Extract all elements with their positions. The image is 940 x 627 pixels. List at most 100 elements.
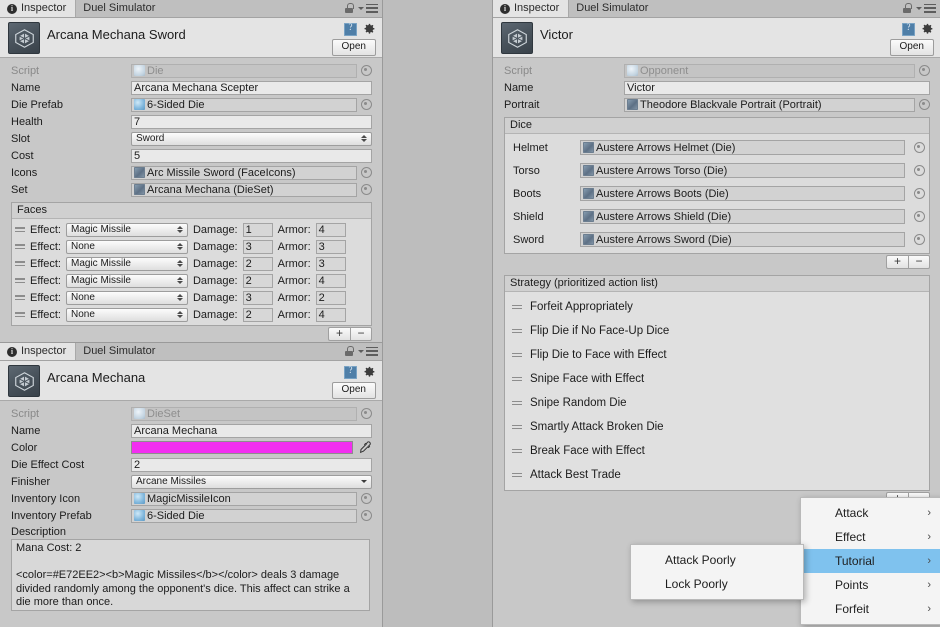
- drag-handle-icon[interactable]: [512, 304, 522, 310]
- object-picker-icon[interactable]: [361, 408, 372, 419]
- object-picker-icon[interactable]: [914, 188, 925, 199]
- dice-object-field[interactable]: Austere Arrows Shield (Die): [580, 209, 905, 224]
- strategy-item[interactable]: Smartly Attack Broken Die: [505, 415, 929, 439]
- object-picker-icon[interactable]: [361, 167, 372, 178]
- context-menu-item[interactable]: Forfeit ›: [801, 597, 940, 621]
- tab-inspector-3[interactable]: i Inspector: [493, 0, 570, 17]
- color-swatch[interactable]: [131, 441, 353, 454]
- context-menu-item[interactable]: Points ›: [801, 573, 940, 597]
- drag-handle-icon[interactable]: [512, 424, 522, 430]
- effect-dropdown[interactable]: None: [65, 307, 188, 322]
- object-field[interactable]: 6-Sided Die: [131, 97, 357, 112]
- context-submenu-item[interactable]: Lock Poorly: [631, 572, 803, 596]
- drag-handle-icon[interactable]: [512, 400, 522, 406]
- context-menu-item[interactable]: Attack ›: [801, 501, 940, 525]
- object-picker-icon[interactable]: [914, 142, 925, 153]
- object-picker-icon[interactable]: [914, 211, 925, 222]
- object-picker-icon[interactable]: [361, 99, 372, 110]
- tab-duel-simulator[interactable]: Duel Simulator: [76, 0, 164, 17]
- open-button-2[interactable]: Open: [331, 382, 376, 399]
- help-icon[interactable]: [902, 22, 915, 36]
- dice-remove-button[interactable]: −: [908, 255, 930, 269]
- drag-handle-icon[interactable]: [15, 227, 25, 232]
- help-icon[interactable]: [344, 22, 357, 36]
- dice-object-field[interactable]: Austere Arrows Torso (Die): [580, 163, 905, 178]
- object-picker-icon[interactable]: [361, 493, 372, 504]
- tab-inspector[interactable]: i Inspector: [0, 0, 77, 17]
- gear-icon[interactable]: [363, 23, 376, 36]
- object-field[interactable]: MagicMissileIcon: [131, 491, 357, 506]
- lock-icon[interactable]: [345, 3, 354, 13]
- drag-handle-icon[interactable]: [512, 352, 522, 358]
- lock-icon[interactable]: [345, 346, 354, 356]
- strategy-item[interactable]: Flip Die if No Face-Up Dice: [505, 319, 929, 343]
- dice-object-field[interactable]: Austere Arrows Helmet (Die): [580, 140, 905, 155]
- object-field[interactable]: Arc Missile Sword (FaceIcons): [131, 165, 357, 180]
- effect-dropdown[interactable]: Magic Missile: [65, 222, 188, 237]
- tab-duel-simulator-2[interactable]: Duel Simulator: [76, 343, 164, 360]
- object-picker-icon[interactable]: [361, 184, 372, 195]
- object-picker-icon[interactable]: [361, 510, 372, 521]
- property-value-input[interactable]: 2: [131, 457, 372, 472]
- drag-handle-icon[interactable]: [512, 448, 522, 454]
- object-field[interactable]: DieSet: [131, 406, 357, 421]
- object-picker-icon[interactable]: [919, 99, 930, 110]
- strategy-item[interactable]: Snipe Face with Effect: [505, 367, 929, 391]
- damage-input[interactable]: 1: [242, 222, 273, 237]
- object-picker-icon[interactable]: [919, 65, 930, 76]
- context-menu[interactable]: Attack › Effect › Tutorial › Points › Forfeit ›: [800, 497, 940, 625]
- property-value-input[interactable]: Arcana Mechana Scepter: [131, 80, 372, 95]
- description-textarea[interactable]: Mana Cost: 2 <color=#E72EE2><b>Magic Mis…: [11, 539, 370, 611]
- armor-input[interactable]: 4: [315, 273, 346, 288]
- property-value-input[interactable]: Victor: [624, 80, 930, 95]
- gear-icon[interactable]: [921, 23, 934, 36]
- property-value-input[interactable]: 5: [131, 148, 372, 163]
- dice-object-field[interactable]: Austere Arrows Boots (Die): [580, 186, 905, 201]
- dice-object-field[interactable]: Austere Arrows Sword (Die): [580, 232, 905, 247]
- faces-remove-button[interactable]: −: [350, 327, 372, 341]
- gear-icon[interactable]: [363, 366, 376, 379]
- dice-add-button[interactable]: +: [886, 255, 908, 269]
- strategy-item[interactable]: Break Face with Effect: [505, 439, 929, 463]
- damage-input[interactable]: 2: [242, 256, 273, 271]
- armor-input[interactable]: 4: [315, 307, 346, 322]
- tab-duel-simulator-3[interactable]: Duel Simulator: [569, 0, 657, 17]
- armor-input[interactable]: 3: [315, 256, 346, 271]
- object-field[interactable]: Die: [131, 63, 357, 78]
- damage-input[interactable]: 3: [242, 290, 273, 305]
- strategy-item[interactable]: Forfeit Appropriately: [505, 295, 929, 319]
- drag-handle-icon[interactable]: [512, 472, 522, 478]
- effect-dropdown[interactable]: None: [65, 290, 188, 305]
- object-picker-icon[interactable]: [914, 165, 925, 176]
- pane-menu-icon[interactable]: [358, 346, 378, 356]
- object-picker-icon[interactable]: [361, 65, 372, 76]
- enum-dropdown[interactable]: Sword: [131, 131, 372, 146]
- object-picker-icon[interactable]: [914, 234, 925, 245]
- object-field[interactable]: Arcana Mechana (DieSet): [131, 182, 357, 197]
- damage-input[interactable]: 3: [242, 239, 273, 254]
- object-field[interactable]: Theodore Blackvale Portrait (Portrait): [624, 97, 915, 112]
- drag-handle-icon[interactable]: [15, 244, 25, 249]
- lock-icon[interactable]: [903, 3, 912, 13]
- effect-dropdown[interactable]: None: [65, 239, 188, 254]
- open-button[interactable]: Open: [331, 39, 376, 56]
- object-field[interactable]: Opponent: [624, 63, 915, 78]
- drag-handle-icon[interactable]: [15, 312, 25, 317]
- drag-handle-icon[interactable]: [512, 376, 522, 382]
- open-button-3[interactable]: Open: [889, 39, 934, 56]
- finisher-dropdown[interactable]: Arcane Missiles: [131, 474, 372, 489]
- context-submenu-item[interactable]: Attack Poorly: [631, 548, 803, 572]
- eyedropper-icon[interactable]: [358, 440, 372, 455]
- drag-handle-icon[interactable]: [512, 328, 522, 334]
- drag-handle-icon[interactable]: [15, 261, 25, 266]
- armor-input[interactable]: 3: [315, 239, 346, 254]
- pane-menu-icon[interactable]: [358, 3, 378, 13]
- drag-handle-icon[interactable]: [15, 278, 25, 283]
- armor-input[interactable]: 2: [315, 290, 346, 305]
- faces-add-button[interactable]: +: [328, 327, 350, 341]
- context-menu-item[interactable]: Effect ›: [801, 525, 940, 549]
- context-submenu[interactable]: Attack Poorly Lock Poorly: [630, 544, 804, 600]
- damage-input[interactable]: 2: [242, 307, 273, 322]
- effect-dropdown[interactable]: Magic Missile: [65, 256, 188, 271]
- strategy-item[interactable]: Flip Die to Face with Effect: [505, 343, 929, 367]
